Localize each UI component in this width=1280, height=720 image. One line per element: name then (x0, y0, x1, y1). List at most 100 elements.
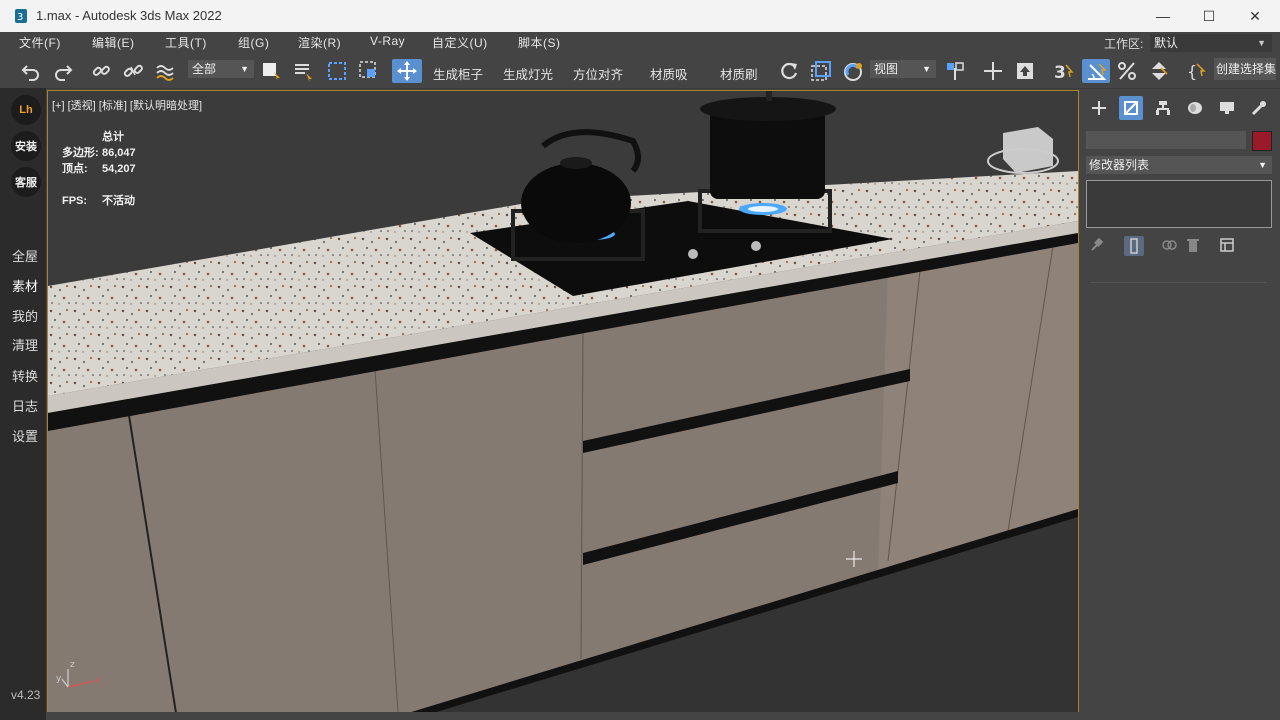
material-brush-button[interactable]: 材质刷 (720, 64, 758, 83)
kitchen-scene-render: z x y (48, 91, 1078, 713)
viewport-bottom-frame (46, 712, 1081, 720)
rect-selection-icon (328, 62, 346, 80)
redo-icon (55, 65, 73, 81)
chevron-down-icon: ▼ (1257, 38, 1266, 48)
redo-button[interactable] (50, 59, 76, 83)
select-by-name-button[interactable] (290, 59, 316, 83)
spinner-snap-icon (1152, 62, 1168, 80)
undo-button[interactable] (18, 59, 44, 83)
generate-light-button[interactable]: 生成灯光 (503, 64, 553, 83)
percent-icon (1118, 62, 1136, 80)
show-end-result-button[interactable] (1124, 236, 1144, 256)
unlink-button[interactable] (120, 59, 146, 83)
svg-text:3: 3 (17, 12, 23, 23)
snaps-toggle-button[interactable]: 3 (1050, 59, 1076, 83)
support-button[interactable]: 客服 (11, 167, 41, 197)
minimize-button[interactable]: — (1140, 0, 1186, 32)
scale-icon (811, 61, 831, 81)
maximize-button[interactable]: ☐ (1186, 0, 1232, 32)
sidebar-item-log[interactable]: 日志 (12, 396, 38, 415)
end-result-icon (1130, 238, 1138, 254)
edit-named-selection-button[interactable]: { (1184, 59, 1210, 83)
sidebar-item-convert[interactable]: 转换 (12, 366, 38, 385)
selection-filter-dropdown[interactable]: 全部 ▼ (188, 60, 254, 78)
percent-snap-button[interactable] (1114, 59, 1140, 83)
lh-logo-button[interactable]: Lh (11, 95, 41, 125)
sidebar-item-settings[interactable]: 设置 (12, 426, 38, 445)
pivot-center-button[interactable] (942, 59, 968, 83)
link-icon (92, 65, 110, 76)
svg-text:x: x (95, 676, 101, 686)
install-button[interactable]: 安装 (11, 131, 41, 161)
rotate-icon (844, 63, 862, 81)
menu-group[interactable]: 组(G) (238, 34, 269, 51)
object-name-input[interactable] (1086, 131, 1246, 149)
svg-text:{: { (1187, 62, 1197, 81)
wrench-icon (1251, 101, 1266, 116)
select-object-button[interactable] (258, 59, 284, 83)
utilities-tab[interactable] (1247, 96, 1271, 120)
rotate-button[interactable] (840, 59, 866, 83)
sidebar-item-clean[interactable]: 清理 (12, 335, 38, 354)
modifier-list-dropdown[interactable]: 修改器列表 ▼ (1086, 156, 1272, 174)
plus-icon (1092, 101, 1106, 115)
menu-customize[interactable]: 自定义(U) (432, 34, 488, 51)
object-color-swatch[interactable] (1252, 131, 1272, 151)
sidebar-item-whole-house[interactable]: 全屋 (12, 246, 38, 265)
trash-icon (1187, 239, 1199, 252)
viewport-label-menu[interactable]: [+] [透视] [标准] [默认明暗处理] (52, 97, 202, 113)
monitor-icon (1220, 102, 1234, 114)
create-selection-set-field[interactable]: 创建选择集 (1214, 58, 1276, 80)
menu-tools[interactable]: 工具(T) (165, 34, 207, 51)
command-panel-tabs (1085, 96, 1275, 120)
upload-icon (1017, 63, 1033, 79)
menu-edit[interactable]: 编辑(E) (92, 34, 135, 51)
material-pick-button[interactable]: 材质吸 (650, 64, 688, 83)
sidebar-item-materials[interactable]: 素材 (12, 276, 38, 295)
make-unique-icon (1162, 240, 1177, 250)
create-tab[interactable] (1087, 96, 1111, 120)
configure-modifier-sets-button[interactable] (1218, 236, 1238, 256)
window-crossing-button[interactable] (356, 59, 382, 83)
pin-stack-button[interactable] (1088, 236, 1108, 256)
rollout-divider[interactable] (1091, 282, 1267, 283)
version-label: v4.23 (11, 688, 41, 702)
spinner-snap-button[interactable] (1146, 59, 1172, 83)
workspace-value: 默认 (1154, 36, 1179, 50)
display-tab[interactable] (1215, 96, 1239, 120)
angle-snap-button[interactable] (1082, 59, 1110, 83)
upload-button[interactable] (1012, 59, 1038, 83)
polys-value: 86,047 (102, 147, 136, 159)
motion-tab[interactable] (1183, 96, 1207, 120)
menu-vray[interactable]: V-Ray (370, 34, 405, 48)
refresh-icon (781, 62, 798, 80)
select-and-scale-button[interactable] (808, 59, 834, 83)
polys-label: 多边形: (62, 147, 99, 159)
sidebar-item-mine[interactable]: 我的 (12, 306, 38, 325)
hierarchy-tab[interactable] (1151, 96, 1175, 120)
refresh-button[interactable] (776, 59, 802, 83)
perspective-viewport[interactable]: z x y [+] [透视] [标准] [默认明暗处理] 总计 多边形: 86,0… (47, 90, 1079, 714)
menu-file[interactable]: 文件(F) (19, 34, 61, 51)
key-mode-button[interactable] (980, 59, 1006, 83)
workspace-select[interactable]: 默认 ▼ (1150, 34, 1272, 52)
make-unique-button[interactable] (1160, 236, 1180, 256)
window-crossing-icon (359, 61, 376, 78)
svg-text:3: 3 (1054, 63, 1066, 82)
reference-coordinate-dropdown[interactable]: 视图 ▼ (870, 60, 936, 78)
bind-spacewarp-button[interactable] (152, 59, 178, 83)
modifier-stack[interactable] (1086, 180, 1272, 228)
menu-script[interactable]: 脚本(S) (518, 34, 561, 51)
rectangular-selection-button[interactable] (324, 59, 350, 83)
select-and-move-button[interactable] (392, 59, 422, 83)
window-title: 1.max - Autodesk 3ds Max 2022 (36, 8, 222, 23)
link-button[interactable] (88, 59, 114, 83)
orientation-align-button[interactable]: 方位对齐 (573, 64, 623, 83)
generate-cabinet-button[interactable]: 生成柜子 (433, 64, 483, 83)
window-title-bar: 3 1.max - Autodesk 3ds Max 2022 — ☐ ✕ (0, 0, 1280, 32)
menu-render[interactable]: 渲染(R) (298, 34, 341, 51)
modify-tab[interactable] (1119, 96, 1143, 120)
remove-modifier-button[interactable] (1184, 236, 1204, 256)
close-button[interactable]: ✕ (1232, 0, 1278, 32)
viewport-statistics: 总计 多边形: 86,047 顶点: 54,207 FPS: 不活动 (62, 129, 136, 209)
